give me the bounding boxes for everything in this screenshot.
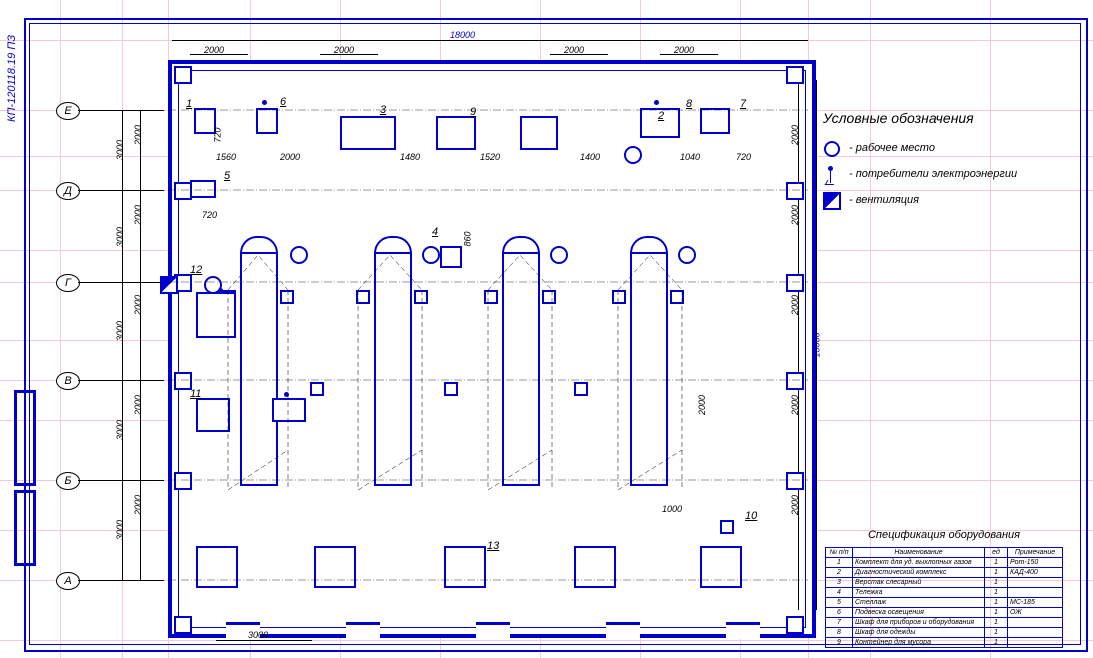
spec-cell xyxy=(1008,618,1063,628)
column xyxy=(174,66,192,84)
callout-4: 4 xyxy=(432,226,438,238)
callout-10: 10 xyxy=(745,510,757,522)
legend-item-workplace: - рабочее место xyxy=(849,142,935,154)
eq-12 xyxy=(196,292,236,338)
spec-cell: 1 xyxy=(985,558,1008,568)
spec-cell: 1 xyxy=(985,618,1008,628)
spec-cell: 4 xyxy=(826,588,853,598)
callout-3: 3 xyxy=(380,104,386,116)
spec-cell: Стеллаж xyxy=(853,598,985,608)
callout-11: 11 xyxy=(190,388,201,400)
eq-13 xyxy=(444,546,486,588)
spec-cell xyxy=(1008,588,1063,598)
eq-10 xyxy=(720,520,734,534)
spec-cell: Тележка xyxy=(853,588,985,598)
spec-cell xyxy=(1008,578,1063,588)
spec-cell: 9 xyxy=(826,638,853,648)
legend-title: Условные обозначения xyxy=(823,110,1053,126)
spec-cell: Диагностический комплекс xyxy=(853,568,985,578)
spec-cell: 2 xyxy=(826,568,853,578)
pit-1 xyxy=(240,252,278,486)
legend-item-vent: - вентиляция xyxy=(849,194,919,206)
spec-cell: 1 xyxy=(985,628,1008,638)
spec-cell: Шкаф для одежды xyxy=(853,628,985,638)
spec-cell: 5 xyxy=(826,598,853,608)
axis-V: В xyxy=(56,372,80,390)
spec-cell: Шкаф для приборов и оборудования xyxy=(853,618,985,628)
workplace xyxy=(624,146,642,164)
axis-B: Б xyxy=(56,472,80,490)
eq-3 xyxy=(340,116,396,150)
axis-E: Е xyxy=(56,102,80,120)
callout-12: 12 xyxy=(190,264,202,276)
spec-cell: Контейнер для мусора xyxy=(853,638,985,648)
pit-2 xyxy=(374,252,412,486)
pit-3 xyxy=(502,252,540,486)
spec-cell: 1 xyxy=(985,608,1008,618)
axis-G: Г xyxy=(56,274,80,292)
eq-9 xyxy=(436,116,476,150)
callout-7: 7 xyxy=(740,98,746,110)
spec-cell: 7 xyxy=(826,618,853,628)
spec-cell: 1 xyxy=(985,598,1008,608)
spec-table: Спецификация оборудования № п/п Наименов… xyxy=(825,529,1063,648)
eq-5 xyxy=(190,180,216,198)
callout-8: 8 xyxy=(686,98,692,110)
eq-6 xyxy=(256,108,278,134)
pit-4 xyxy=(630,252,668,486)
callout-6: 6 xyxy=(280,96,286,108)
axis-D: Д xyxy=(56,182,80,200)
vent-marker xyxy=(160,276,178,294)
drawing-code: КП-120118.19 ПЗ xyxy=(6,22,22,122)
eq-11 xyxy=(196,398,230,432)
spec-cell: 1 xyxy=(985,568,1008,578)
eq-4 xyxy=(440,246,462,268)
dim-overall-h xyxy=(172,40,808,41)
spec-cell: Верстак слесарный xyxy=(853,578,985,588)
spec-cell: 8 xyxy=(826,628,853,638)
spec-cell: 1 xyxy=(985,588,1008,598)
elec-marker xyxy=(262,100,267,105)
spec-cell xyxy=(1008,638,1063,648)
callout-5: 5 xyxy=(224,170,230,182)
callout-1: 1 xyxy=(186,98,192,110)
spec-cell: 1 xyxy=(985,638,1008,648)
legend: Условные обозначения - рабочее место - п… xyxy=(823,110,1053,218)
spec-title: Спецификация оборудования xyxy=(825,529,1063,541)
spec-cell xyxy=(1008,628,1063,638)
legend-item-electric: - потребители электроэнергии xyxy=(849,168,1017,180)
spec-cell: 1 xyxy=(826,558,853,568)
spec-cell: ОЖ xyxy=(1008,608,1063,618)
spec-cell: МС-185 xyxy=(1008,598,1063,608)
dim-overall-h-label: 18000 xyxy=(450,30,475,40)
spec-cell: 6 xyxy=(826,608,853,618)
callout-2: 2 xyxy=(658,110,664,122)
spec-cell: Комплект для уд. выхлопных газов xyxy=(853,558,985,568)
spec-cell: Рот-150 xyxy=(1008,558,1063,568)
spec-cell: КАД-400 xyxy=(1008,568,1063,578)
spec-cell: Подвеска освещения xyxy=(853,608,985,618)
eq-7 xyxy=(700,108,730,134)
spec-cell: 3 xyxy=(826,578,853,588)
callout-9: 9 xyxy=(470,106,476,118)
callout-13: 13 xyxy=(487,540,499,552)
axis-A: А xyxy=(56,572,80,590)
spec-cell: 1 xyxy=(985,578,1008,588)
